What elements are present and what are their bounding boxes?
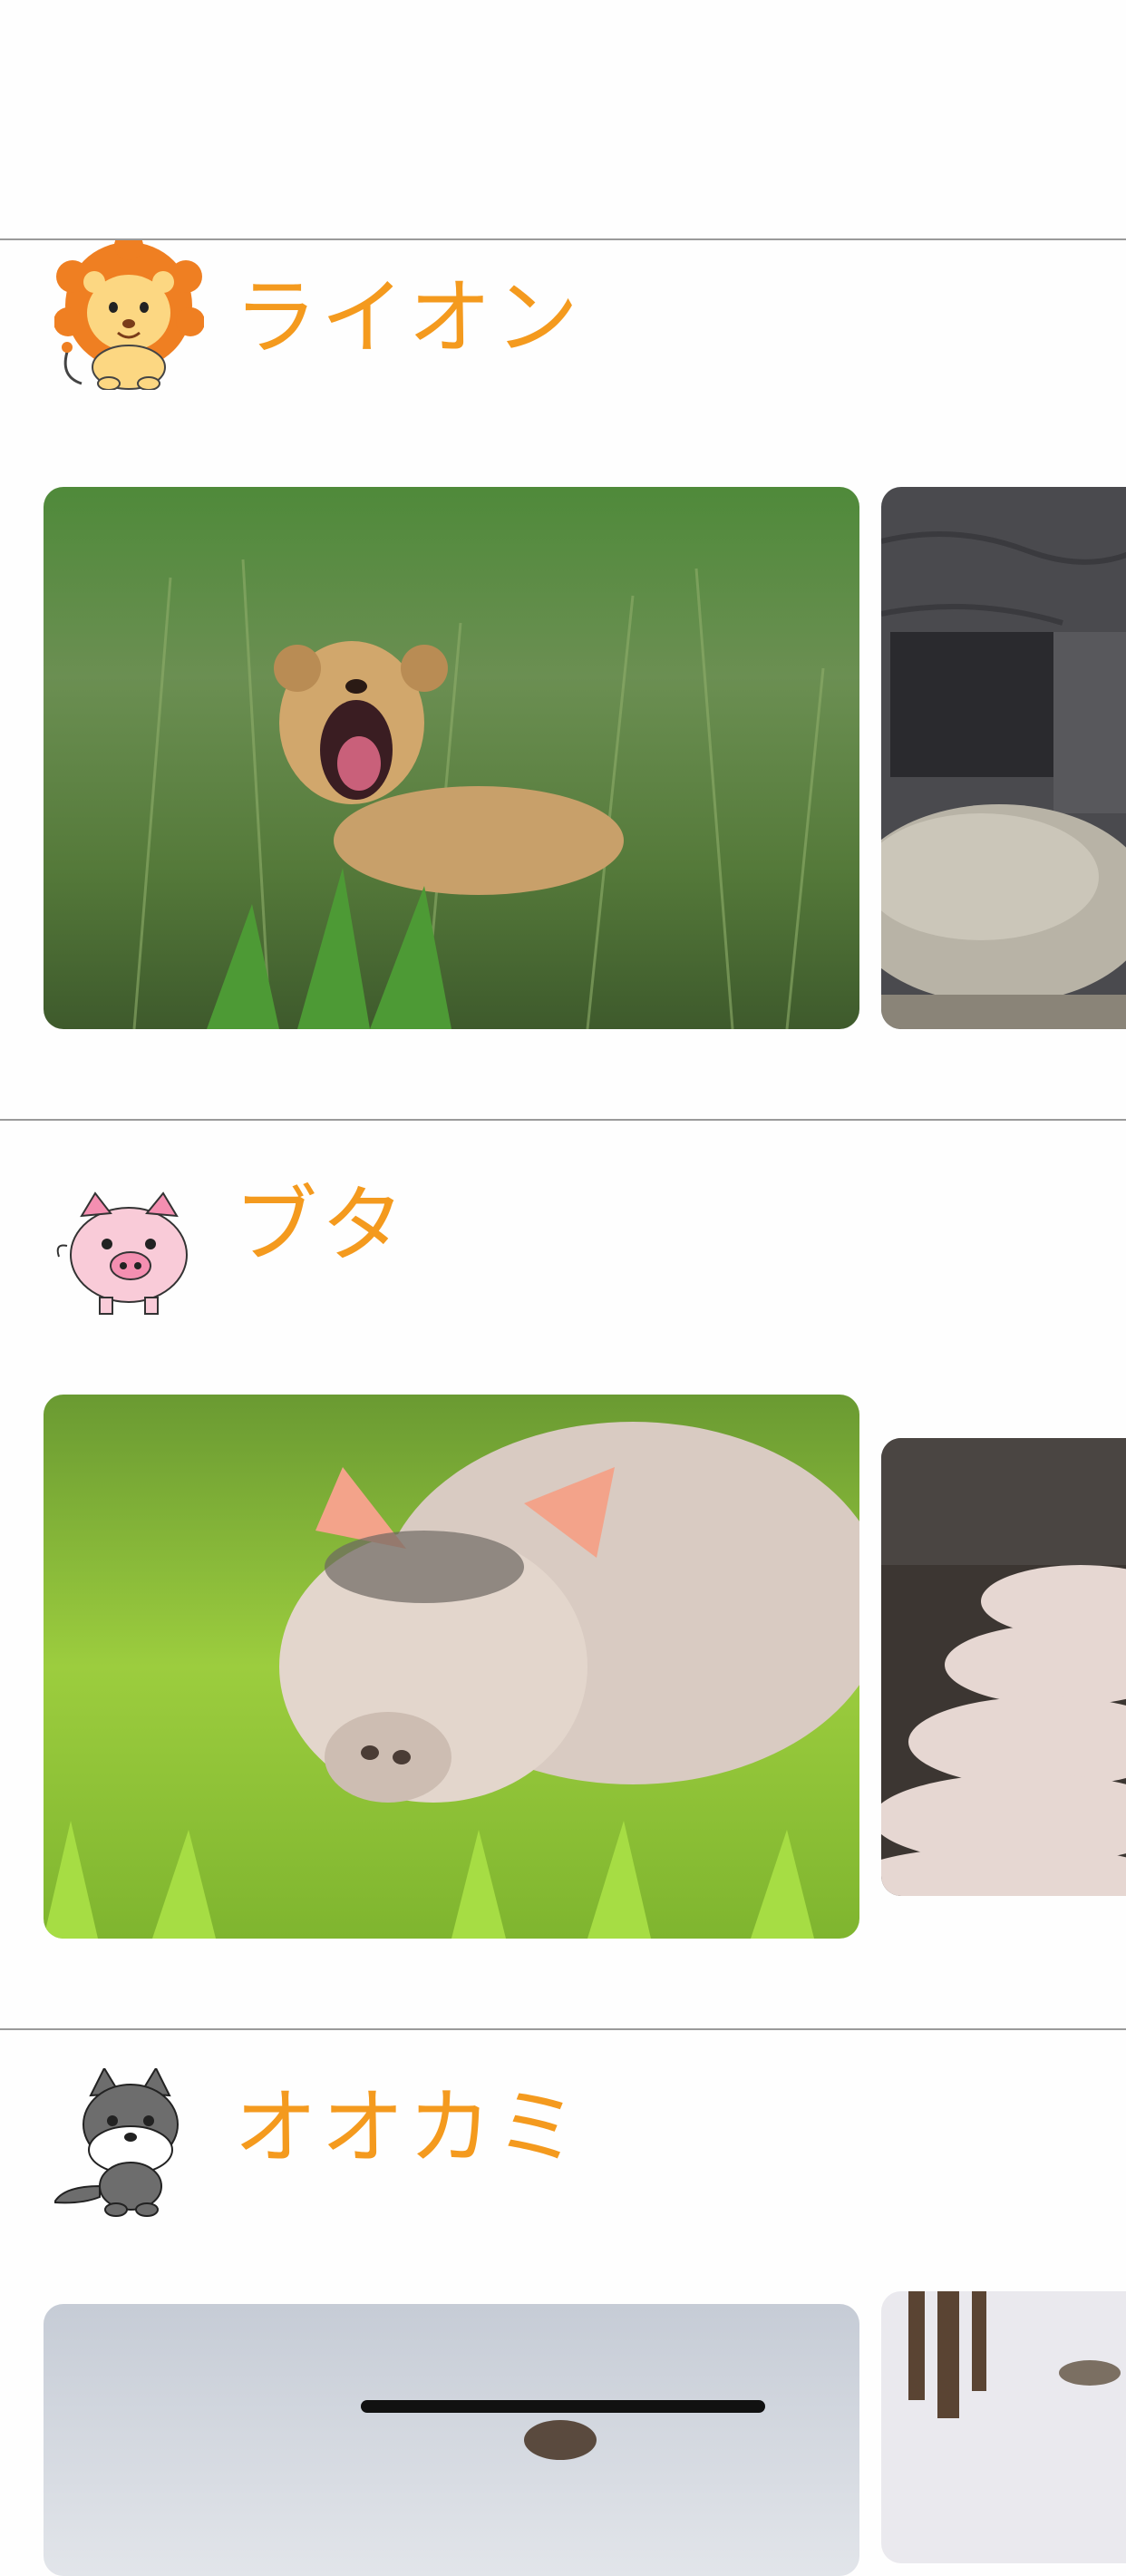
wolf-sky-photo[interactable]	[44, 2304, 859, 2576]
lion-enclosure-rock-photo[interactable]	[881, 487, 1126, 1029]
pig-on-grass-photo[interactable]	[44, 1395, 859, 1939]
section-title: オオカミ	[234, 2079, 583, 2176]
section-title: ブタ	[234, 1177, 409, 1274]
navigation-bar	[0, 0, 1126, 239]
lion-cub-roaring-photo[interactable]	[44, 487, 859, 1029]
section-wolf[interactable]: オオカミ	[0, 2030, 1126, 2576]
piglets-photo[interactable]	[881, 1438, 1126, 1896]
lion-cartoon-icon	[53, 231, 205, 391]
section-pig[interactable]: ブタ	[0, 1121, 1126, 2027]
home-indicator[interactable]	[361, 2400, 765, 2413]
wolf-snow-forest-photo[interactable]	[881, 2291, 1126, 2563]
section-title: ライオン	[234, 269, 583, 366]
pig-cartoon-icon	[54, 1175, 204, 1325]
section-lion[interactable]: ライオン	[0, 231, 1126, 1118]
wolf-cartoon-icon	[53, 2066, 204, 2218]
